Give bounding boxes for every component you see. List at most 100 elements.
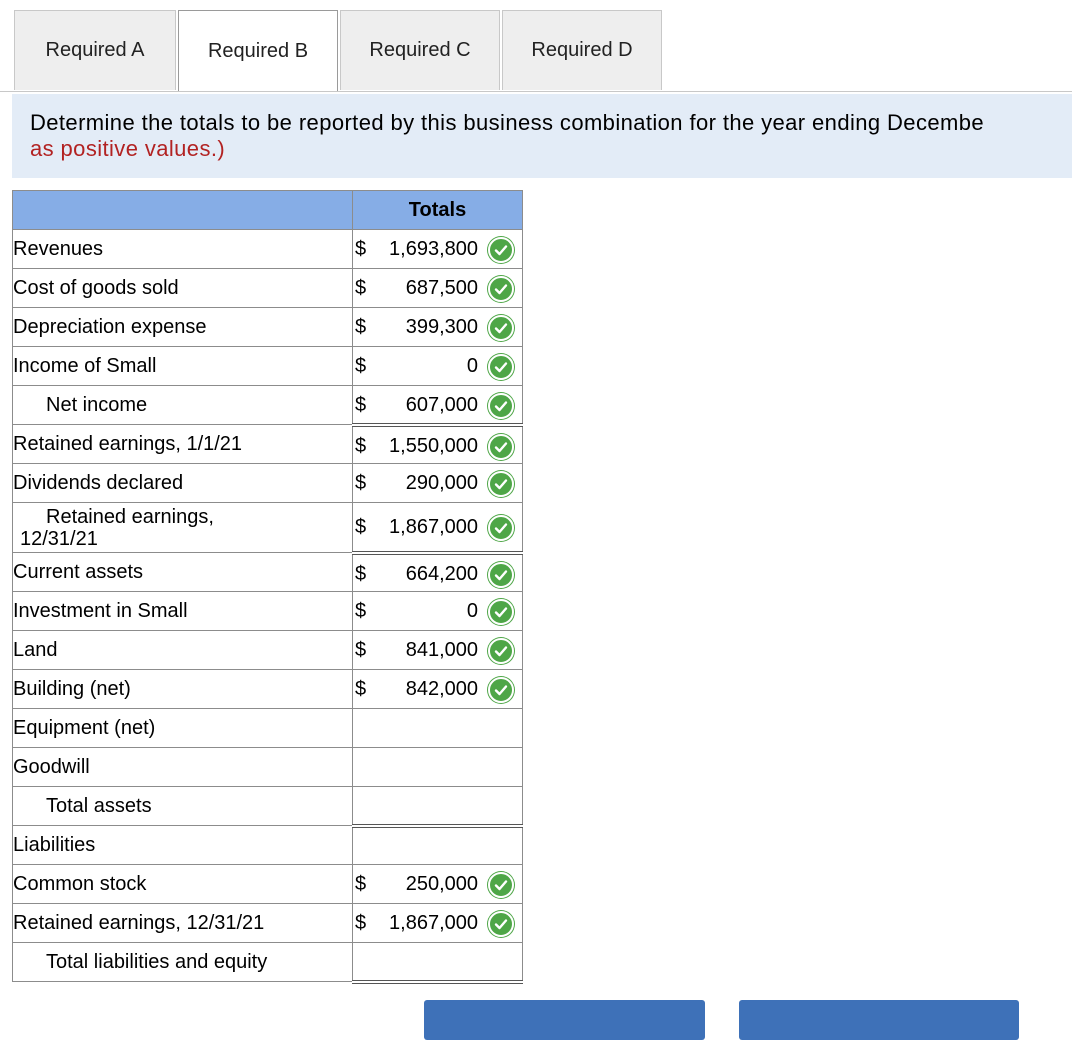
row-label: Depreciation expense <box>12 307 353 347</box>
table-row: Equipment (net) <box>12 708 523 748</box>
checkmark-icon <box>488 433 514 460</box>
table-header-row: Totals <box>12 190 523 230</box>
checkmark-icon <box>488 599 514 625</box>
table-row: Retained earnings, 12/31/21 $1,867,000 <box>12 903 523 943</box>
table-row: Net income $607,000 <box>12 385 523 427</box>
dollar-sign: $ <box>355 600 367 622</box>
total-value-cell[interactable]: $664,200 <box>352 552 523 592</box>
table-row: Common stock $250,000 <box>12 864 523 904</box>
prev-button[interactable] <box>424 1000 705 1040</box>
value-text: 687,500 <box>405 277 478 299</box>
dollar-sign: $ <box>355 678 367 700</box>
table-row: Investment in Small $0 <box>12 591 523 631</box>
checkmark-icon <box>488 638 514 664</box>
table-row: Retained earnings, 12/31/21 $1,867,000 <box>12 502 523 555</box>
table-row: Goodwill <box>12 747 523 787</box>
total-value-cell[interactable] <box>352 825 523 865</box>
row-label: Retained earnings, 12/31/21 <box>12 903 353 943</box>
total-value-cell[interactable] <box>352 747 523 787</box>
table-row: Cost of goods sold $687,500 <box>12 268 523 308</box>
table-row: Dividends declared $290,000 <box>12 463 523 503</box>
total-value-cell[interactable]: $0 <box>352 591 523 631</box>
table-row: Building (net) $842,000 <box>12 669 523 709</box>
tab-required-d[interactable]: Required D <box>502 10 662 90</box>
table-row: Revenues $1,693,800 <box>12 229 523 269</box>
dollar-sign: $ <box>355 873 367 895</box>
instructions-line-2: as positive values.) <box>30 136 226 161</box>
row-label: Total assets <box>12 786 353 826</box>
row-label: Retained earnings, 12/31/21 <box>12 502 353 553</box>
value-text: 664,200 <box>405 562 478 585</box>
total-value-cell[interactable] <box>352 786 523 828</box>
total-value-cell[interactable] <box>352 942 523 984</box>
checkmark-icon <box>488 237 514 263</box>
row-label: Equipment (net) <box>12 708 353 748</box>
total-value-cell[interactable]: $841,000 <box>352 630 523 670</box>
checkmark-icon <box>488 354 514 380</box>
instructions-panel: Determine the totals to be reported by t… <box>12 94 1072 178</box>
dollar-sign: $ <box>355 355 367 377</box>
dollar-sign: $ <box>355 912 367 934</box>
dollar-sign: $ <box>355 472 367 494</box>
table-row: Land $841,000 <box>12 630 523 670</box>
total-value-cell[interactable]: $687,500 <box>352 268 523 308</box>
total-value-cell[interactable]: $1,867,000 <box>352 903 523 943</box>
tab-required-b[interactable]: Required B <box>178 10 338 92</box>
total-value-cell[interactable] <box>352 708 523 748</box>
value-text: 1,867,000 <box>389 516 478 538</box>
row-label: Net income <box>12 385 353 425</box>
checkmark-icon <box>488 515 514 541</box>
row-label: Building (net) <box>12 669 353 709</box>
value-text: 399,300 <box>405 316 478 338</box>
dollar-sign: $ <box>355 516 367 538</box>
dollar-sign: $ <box>355 434 367 457</box>
total-value-cell[interactable]: $1,693,800 <box>352 229 523 269</box>
table-row: Current assets $664,200 <box>12 552 523 592</box>
table-row: Total assets <box>12 786 523 828</box>
row-label-line-2: 12/31/21 <box>20 527 98 550</box>
tab-label: Required C <box>369 39 471 61</box>
row-label: Land <box>12 630 353 670</box>
value-text: 1,693,800 <box>389 238 478 260</box>
value-text: 250,000 <box>405 873 478 895</box>
total-value-cell[interactable]: $0 <box>352 346 523 386</box>
value-text: 841,000 <box>405 639 478 661</box>
next-button[interactable] <box>739 1000 1019 1040</box>
dollar-sign: $ <box>355 277 367 299</box>
row-label: Revenues <box>12 229 353 269</box>
table-row: Retained earnings, 1/1/21 $1,550,000 <box>12 424 523 464</box>
row-label: Goodwill <box>12 747 353 787</box>
row-label: Common stock <box>12 864 353 904</box>
dollar-sign: $ <box>355 562 367 585</box>
row-label: Retained earnings, 1/1/21 <box>12 424 353 464</box>
total-value-cell[interactable]: $290,000 <box>352 463 523 503</box>
dollar-sign: $ <box>355 639 367 661</box>
table-row: Liabilities <box>12 825 523 865</box>
blank-header-cell <box>12 190 353 230</box>
total-value-cell[interactable]: $399,300 <box>352 307 523 347</box>
checkmark-icon <box>488 315 514 341</box>
dollar-sign: $ <box>355 316 367 338</box>
tab-required-c[interactable]: Required C <box>340 10 500 90</box>
checkmark-icon <box>488 393 514 419</box>
checkmark-icon <box>488 911 514 937</box>
total-value-cell[interactable]: $1,867,000 <box>352 502 523 555</box>
instructions-line-1: Determine the totals to be reported by t… <box>30 110 984 135</box>
total-value-cell[interactable]: $1,550,000 <box>352 424 523 464</box>
total-value-cell[interactable]: $607,000 <box>352 385 523 427</box>
row-label: Liabilities <box>12 825 353 865</box>
dollar-sign: $ <box>355 238 367 260</box>
tab-label: Required A <box>45 39 145 61</box>
value-text: 1,550,000 <box>389 434 478 457</box>
table-row: Depreciation expense $399,300 <box>12 307 523 347</box>
tab-required-a[interactable]: Required A <box>14 10 176 90</box>
row-label: Investment in Small <box>12 591 353 631</box>
dollar-sign: $ <box>355 394 367 416</box>
total-value-cell[interactable]: $250,000 <box>352 864 523 904</box>
checkmark-icon <box>488 276 514 302</box>
totals-header: Totals <box>352 190 523 230</box>
table-row: Total liabilities and equity <box>12 942 523 984</box>
totals-table: Totals Revenues $1,693,800 Cost of goods s… <box>12 190 523 984</box>
row-label-line-1: Retained earnings, <box>46 505 214 528</box>
total-value-cell[interactable]: $842,000 <box>352 669 523 709</box>
